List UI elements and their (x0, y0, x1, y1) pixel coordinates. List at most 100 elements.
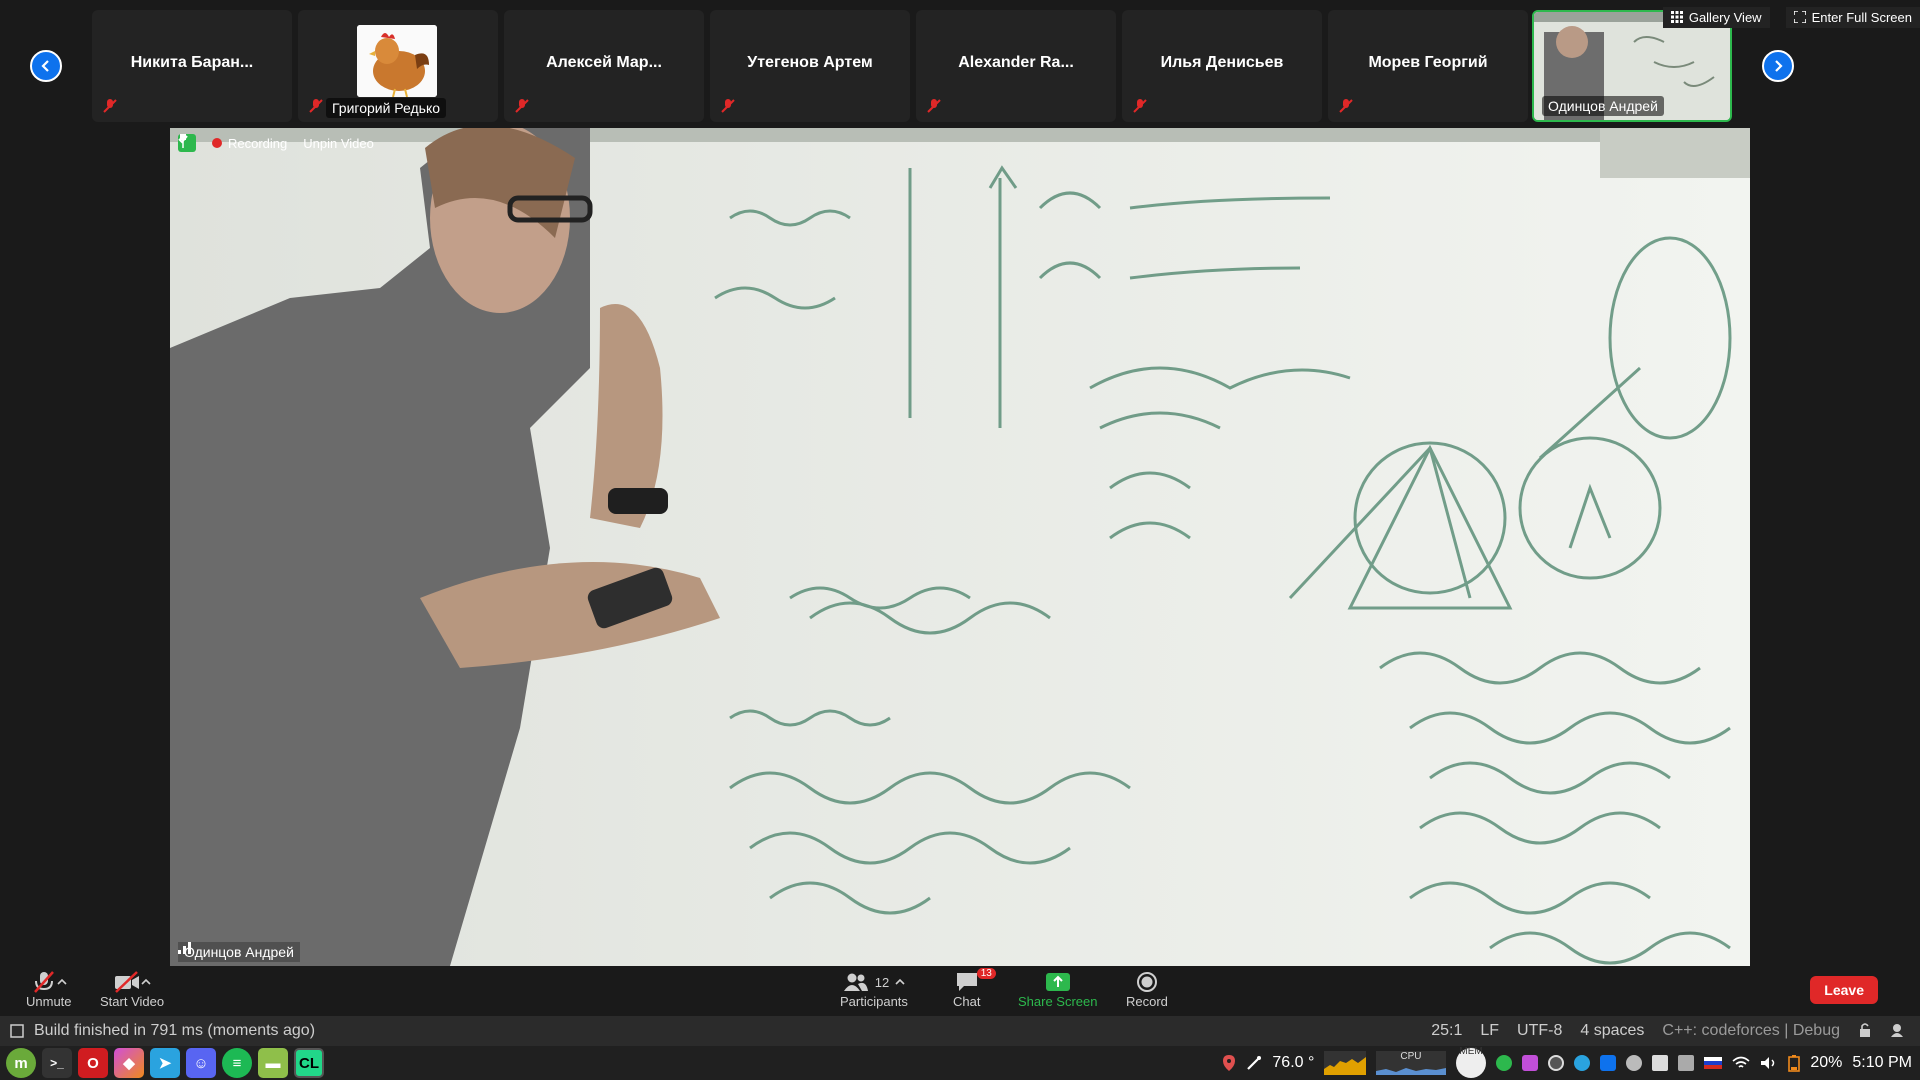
wifi-icon[interactable] (1732, 1056, 1750, 1070)
build-status-message[interactable]: Build finished in 791 ms (moments ago) (34, 1022, 315, 1040)
caret-up-icon[interactable] (141, 978, 151, 986)
eyedropper-icon[interactable] (1246, 1055, 1262, 1071)
participant-name: Alexander Ra... (958, 54, 1074, 71)
video-toolbar: Recording Unpin Video (178, 134, 374, 152)
battery-percent[interactable]: 20% (1810, 1054, 1842, 1072)
mic-muted-icon (309, 99, 323, 113)
participant-name: Никита Баран... (130, 54, 254, 71)
mic-muted-icon (103, 99, 117, 113)
unmute-button[interactable]: Unmute (26, 970, 72, 1009)
participant-tile[interactable]: Алексей Мар... (504, 10, 704, 122)
discord-icon[interactable]: ☺ (186, 1048, 216, 1078)
clipboard-icon[interactable] (1652, 1055, 1669, 1071)
unpin-video-button[interactable]: Unpin Video (180, 134, 374, 151)
chevron-right-icon (1775, 60, 1783, 72)
terminal-icon[interactable]: >_ (42, 1048, 72, 1078)
mic-muted-icon (33, 971, 54, 993)
record-label: Record (1126, 994, 1168, 1009)
telegram-icon[interactable]: ➤ (150, 1048, 180, 1078)
participant-name: Алексей Мар... (546, 54, 662, 71)
menu-launcher-icon[interactable]: m (6, 1048, 36, 1078)
zoom-tray-icon[interactable] (1600, 1055, 1617, 1071)
network-manager-icon[interactable] (1626, 1055, 1643, 1071)
enter-full-screen-label: Enter Full Screen (1811, 9, 1912, 25)
record-button[interactable]: Record (1126, 970, 1168, 1009)
system-tray: 76.0 ° CPU MEM 20% 5:10 PM (1222, 1046, 1920, 1078)
cpu-label: CPU (1400, 1051, 1422, 1062)
gallery-view-button[interactable]: Gallery View (1662, 6, 1770, 28)
desktop-taskbar: m >_ O ◆ ➤ ☺ ≡ ▬ CL 76.0 ° CPU MEM 20% 5… (0, 1046, 1920, 1080)
participant-tile[interactable]: Морев Георгий (1328, 10, 1528, 122)
participant-name: Одинцов Андрей (1542, 96, 1664, 116)
leave-button[interactable]: Leave (1810, 976, 1878, 1004)
participants-button[interactable]: 12 Participants (840, 970, 908, 1009)
meeting-controls: Unmute Start Video 12 Participants 13 Ch… (0, 966, 1920, 1016)
mic-muted-icon (927, 99, 941, 113)
inspector-icon[interactable] (1890, 1022, 1908, 1038)
mic-muted-icon (1339, 99, 1353, 113)
participant-tile[interactable]: Илья Денисьев (1122, 10, 1322, 122)
file-manager-icon[interactable]: ▬ (258, 1048, 288, 1078)
pin-icon (180, 134, 186, 148)
opera-browser-icon[interactable]: O (78, 1048, 108, 1078)
indent-setting[interactable]: 4 spaces (1580, 1022, 1644, 1040)
unpin-video-label: Unpin Video (303, 135, 374, 151)
memory-indicator[interactable]: MEM (1456, 1046, 1487, 1078)
caret-up-icon[interactable] (57, 978, 67, 986)
battery-icon[interactable] (1788, 1054, 1801, 1072)
participant-tile[interactable]: Утегенов Артем (710, 10, 910, 122)
chevron-left-icon (41, 60, 49, 72)
gallery-view-label: Gallery View (1688, 9, 1762, 25)
share-screen-label: Share Screen (1018, 994, 1098, 1009)
mic-muted-icon (515, 99, 529, 113)
clock[interactable]: 5:10 PM (1852, 1054, 1912, 1072)
fullscreen-icon (1793, 11, 1806, 23)
share-screen-button[interactable]: Share Screen (1018, 970, 1098, 1009)
volume-icon[interactable] (1760, 1056, 1778, 1070)
spotify-icon[interactable]: ≡ (222, 1048, 252, 1078)
start-video-button[interactable]: Start Video (100, 970, 164, 1009)
prev-page-button[interactable] (30, 50, 62, 82)
cpu-temperature[interactable]: 76.0 ° (1272, 1054, 1314, 1072)
next-page-button[interactable] (1762, 50, 1794, 82)
keyboard-layout-flag-icon[interactable] (1704, 1057, 1723, 1069)
start-video-label: Start Video (100, 994, 165, 1009)
participants-count: 12 (874, 974, 890, 990)
cpu-graph[interactable]: CPU (1376, 1051, 1447, 1075)
recording-indicator[interactable]: Recording (212, 136, 287, 151)
build-context[interactable]: C++: codeforces | Debug (1662, 1022, 1840, 1040)
line-ending[interactable]: LF (1480, 1022, 1499, 1040)
main-video[interactable]: Recording Unpin Video Одинцов Андрей (170, 128, 1750, 966)
record-icon (1136, 972, 1157, 992)
participant-strip: Никита Баран... Григорий Редько Алексей … (0, 0, 1920, 128)
file-encoding[interactable]: UTF-8 (1517, 1022, 1562, 1040)
participant-name: Григорий Редько (326, 98, 447, 118)
telegram-tray-icon[interactable] (1574, 1055, 1591, 1071)
participant-tile[interactable]: Alexander Ra... (916, 10, 1116, 122)
toolbox-tray-icon[interactable] (1522, 1055, 1539, 1071)
participant-tile[interactable]: Григорий Редько (298, 10, 498, 122)
shield-tray-icon[interactable] (1678, 1055, 1695, 1071)
window-icon[interactable] (10, 1024, 24, 1038)
chat-button[interactable]: 13 Chat (953, 968, 996, 1009)
sync-icon[interactable] (1496, 1055, 1513, 1071)
location-icon[interactable] (1222, 1054, 1236, 1072)
chat-label: Chat (953, 994, 981, 1009)
jetbrains-toolbox-icon[interactable]: ◆ (114, 1048, 144, 1078)
steam-icon[interactable] (1548, 1055, 1565, 1071)
mic-muted-icon (1133, 99, 1147, 113)
chat-unread-badge: 13 (976, 968, 996, 979)
caret-position[interactable]: 25:1 (1431, 1022, 1462, 1040)
clion-icon[interactable]: CL (294, 1048, 324, 1078)
caret-up-icon[interactable] (895, 978, 905, 986)
whiteboard-video-frame (170, 128, 1750, 966)
lock-icon[interactable] (1858, 1022, 1872, 1038)
participant-name: Утегенов Артем (747, 54, 873, 71)
ide-status-bar: Build finished in 791 ms (moments ago) 2… (0, 1016, 1920, 1046)
participant-tile[interactable]: Никита Баран... (92, 10, 292, 122)
view-controls: Gallery View Enter Full Screen (1662, 6, 1920, 28)
grid-icon (1670, 11, 1683, 23)
mic-muted-icon (721, 99, 735, 113)
enter-full-screen-button[interactable]: Enter Full Screen (1785, 6, 1920, 28)
temperature-graph[interactable] (1324, 1051, 1367, 1075)
